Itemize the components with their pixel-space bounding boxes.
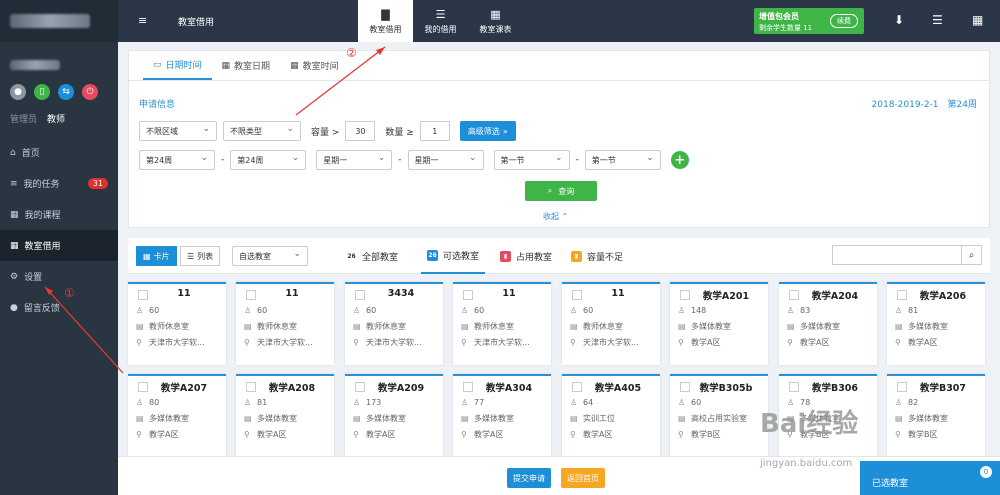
annotation-2: ② xyxy=(346,46,357,60)
arrow-line-2 xyxy=(295,46,386,116)
watermark-url: jingyan.baidu.com xyxy=(760,458,853,469)
annotation-1: ① xyxy=(64,286,75,300)
arrow-line-1 xyxy=(44,286,124,374)
arrow-head-2 xyxy=(376,47,385,55)
watermark-logo: Bai经验 xyxy=(760,409,859,439)
